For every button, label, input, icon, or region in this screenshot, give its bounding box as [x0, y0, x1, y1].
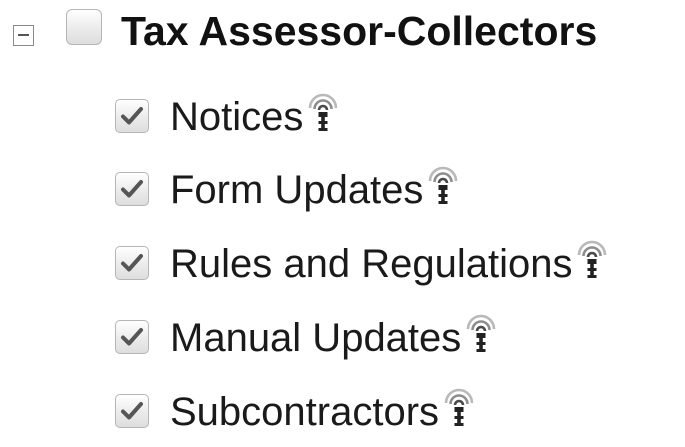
item-checkbox[interactable] [115, 246, 149, 280]
checkmark-icon [121, 254, 143, 272]
item-checkbox[interactable] [115, 172, 149, 206]
rss-feed-icon[interactable] [443, 387, 475, 440]
collapse-toggle[interactable] [13, 25, 34, 46]
group-checkbox[interactable] [66, 9, 102, 45]
item-label: Notices [170, 95, 304, 139]
rss-feed-icon[interactable] [307, 92, 339, 145]
subscription-tree: Tax Assessor-Collectors Notices Form Upd… [0, 0, 685, 447]
item-checkbox[interactable] [115, 320, 149, 354]
rss-feed-icon[interactable] [427, 165, 459, 218]
item-label: Form Updates [170, 168, 424, 212]
item-label: Manual Updates [170, 316, 462, 360]
item-checkbox[interactable] [115, 99, 149, 133]
item-checkbox[interactable] [115, 394, 149, 428]
checkmark-icon [121, 180, 143, 198]
checkmark-icon [121, 328, 143, 346]
list-item: Rules and Regulations [170, 239, 608, 292]
list-item: Form Updates [170, 165, 459, 218]
checkmark-icon [121, 402, 143, 420]
rss-feed-icon[interactable] [576, 239, 608, 292]
list-item: Manual Updates [170, 313, 497, 366]
item-label: Rules and Regulations [170, 242, 573, 286]
list-item: Subcontractors [170, 387, 475, 440]
list-item: Notices [170, 92, 339, 145]
group-title: Tax Assessor-Collectors [121, 8, 598, 54]
rss-feed-icon[interactable] [465, 313, 497, 366]
checkmark-icon [121, 107, 143, 125]
item-label: Subcontractors [170, 390, 440, 434]
